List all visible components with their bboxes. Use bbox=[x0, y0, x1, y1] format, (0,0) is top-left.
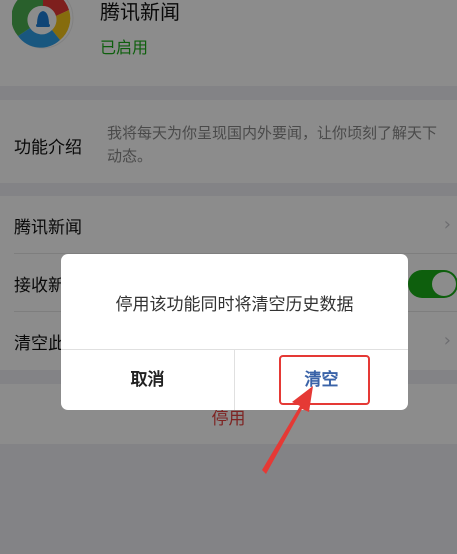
annotation-arrow-icon bbox=[262, 386, 313, 474]
app-settings-page: 腾讯新闻 已启用 功能介绍 我将每天为你呈现国内外要闻，让你顷刻了解天下动态。 … bbox=[0, 0, 457, 554]
